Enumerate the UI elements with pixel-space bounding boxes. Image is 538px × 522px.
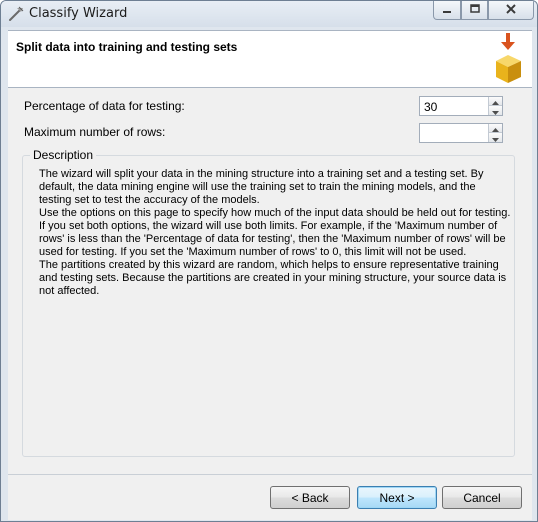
chevron-down-icon <box>492 104 499 118</box>
minimize-icon <box>441 3 453 17</box>
maximize-button[interactable] <box>461 1 488 20</box>
classify-wizard-window: Classify Wizard Split data into training… <box>0 0 538 522</box>
description-paragraph: The wizard will split your data in the m… <box>39 168 484 206</box>
back-button[interactable]: < Back <box>270 486 350 509</box>
cancel-button[interactable]: Cancel <box>442 486 522 509</box>
description-text: The wizard will split your data in the m… <box>39 168 511 298</box>
chevron-down-icon <box>492 131 499 145</box>
stepper-buttons <box>488 124 502 142</box>
wizard-wand-icon <box>7 5 25 23</box>
percentage-stepper[interactable]: 30 <box>419 96 503 116</box>
page-title: Split data into training and testing set… <box>16 40 238 54</box>
decrement-button[interactable] <box>489 133 502 142</box>
max-rows-stepper[interactable] <box>419 123 503 143</box>
wizard-footer: < Back Next > Cancel <box>8 474 532 520</box>
cube-arrow-icon <box>492 31 526 87</box>
title-bar[interactable]: Classify Wizard <box>1 1 537 27</box>
max-rows-label: Maximum number of rows: <box>24 125 166 139</box>
minimize-button[interactable] <box>433 1 461 20</box>
close-button[interactable] <box>488 1 534 20</box>
wizard-content: Percentage of data for testing: 30 Maxim… <box>8 88 532 474</box>
stepper-buttons <box>488 97 502 115</box>
description-paragraph: The partitions created by this wizard ar… <box>39 259 507 297</box>
next-button[interactable]: Next > <box>357 486 437 509</box>
window-title: Classify Wizard <box>29 6 128 21</box>
wizard-header: Split data into training and testing set… <box>8 30 532 88</box>
description-paragraph: Use the options on this page to specify … <box>39 207 511 258</box>
description-legend: Description <box>30 148 97 162</box>
percentage-label: Percentage of data for testing: <box>24 99 185 113</box>
decrement-button[interactable] <box>489 106 502 115</box>
close-icon <box>505 3 517 17</box>
percentage-value[interactable]: 30 <box>424 100 437 114</box>
maximize-icon <box>469 3 481 17</box>
